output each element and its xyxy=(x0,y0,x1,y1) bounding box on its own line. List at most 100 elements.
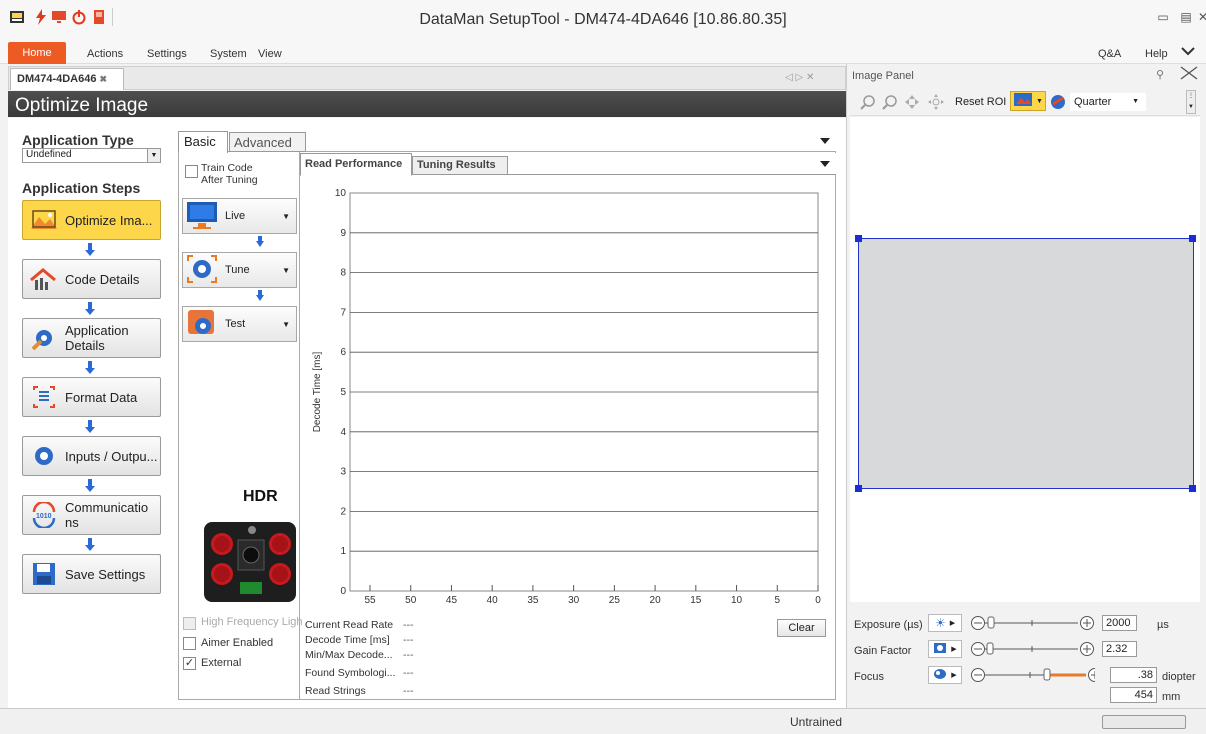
chevron-right-icon: ▶ xyxy=(949,620,956,627)
stat-value: --- xyxy=(403,685,414,697)
chevron-down-icon[interactable]: ▼ xyxy=(147,149,160,162)
exposure-input[interactable]: 2000 xyxy=(1102,615,1137,631)
arrow-down-icon xyxy=(256,236,264,248)
external-checkbox[interactable]: ✓ xyxy=(183,657,196,670)
zoom-out-icon[interactable] xyxy=(882,94,898,113)
step-communications[interactable]: 1010 Communicatio ns xyxy=(22,495,161,535)
step-inputs-outputs[interactable]: Inputs / Outpu... xyxy=(22,436,161,476)
reset-roi-button[interactable]: Reset ROI xyxy=(955,96,1006,108)
tab-basic[interactable]: Basic xyxy=(178,131,228,153)
arrow-down-icon xyxy=(85,538,95,552)
gain-mode-button[interactable]: ▶ xyxy=(928,640,962,658)
fit-icon[interactable] xyxy=(904,94,920,113)
gain-input[interactable]: 2.32 xyxy=(1102,641,1137,657)
chevron-right-icon: ▶ xyxy=(951,672,957,679)
stat-label: Found Symbologi... xyxy=(305,667,396,679)
focus-label: Focus xyxy=(854,671,884,683)
y-tick-label: 2 xyxy=(340,506,346,517)
zoom-level-select[interactable]: Quarter ▼ xyxy=(1070,93,1146,111)
tab-read-performance[interactable]: Read Performance xyxy=(300,153,412,176)
menu-settings[interactable]: Settings xyxy=(147,48,187,60)
tune-button[interactable]: Tune ▼ xyxy=(182,252,297,288)
chevron-down-icon[interactable] xyxy=(820,159,830,167)
roi-handle[interactable] xyxy=(1189,485,1196,492)
exposure-slider[interactable] xyxy=(970,614,1095,632)
ribbon-collapse-icon[interactable] xyxy=(1181,46,1195,59)
image-mode-button[interactable]: ▼ xyxy=(1010,91,1046,111)
menu-qa[interactable]: Q&A xyxy=(1098,48,1121,60)
clear-button[interactable]: Clear xyxy=(777,619,826,637)
step-application-details[interactable]: Application Details xyxy=(22,318,161,358)
x-tick-label: 45 xyxy=(446,595,458,606)
restore-icon[interactable]: ▤ xyxy=(1176,10,1196,28)
focus-mode-button[interactable]: ▶ xyxy=(928,666,962,684)
focus-input[interactable]: .38 xyxy=(1110,667,1157,683)
pan-icon[interactable] xyxy=(928,94,944,113)
focus-mm-input[interactable]: 454 xyxy=(1110,687,1157,703)
close-icon[interactable] xyxy=(1178,62,1200,84)
x-tick-label: 20 xyxy=(650,595,662,606)
tab-tuning-results[interactable]: Tuning Results xyxy=(412,156,508,175)
step-label: Save Settings xyxy=(65,566,146,582)
chevron-down-icon[interactable] xyxy=(820,136,830,144)
sun-icon: ☀ xyxy=(934,616,946,630)
roi-handle[interactable] xyxy=(1189,235,1196,242)
chevron-down-icon[interactable]: ▼ xyxy=(1036,98,1043,105)
tab-scroll-controls[interactable]: ◁ ▷ ✕ xyxy=(785,72,814,83)
stat-value: --- xyxy=(403,619,414,631)
step-optimize-image[interactable]: Optimize Ima... xyxy=(22,200,161,240)
menu-view[interactable]: View xyxy=(258,48,282,60)
y-tick-label: 7 xyxy=(340,307,346,318)
chevron-right-icon: ▶ xyxy=(951,646,957,653)
page-title: Optimize Image xyxy=(15,95,149,116)
tab-advanced[interactable]: Advanced xyxy=(229,132,306,152)
test-button[interactable]: Test ▼ xyxy=(182,306,297,342)
aimer-checkbox[interactable] xyxy=(183,637,196,650)
status-bar xyxy=(0,708,1206,734)
x-tick-label: 10 xyxy=(731,595,743,606)
step-format-data[interactable]: Format Data xyxy=(22,377,161,417)
y-tick-label: 0 xyxy=(340,586,346,597)
application-type-select[interactable]: Undefined ▼ xyxy=(22,148,161,163)
menu-actions[interactable]: Actions xyxy=(87,48,123,60)
close-icon[interactable]: ✕ xyxy=(1198,10,1206,28)
exposure-mode-button[interactable]: ☀ ▶ xyxy=(928,614,962,632)
chevron-down-icon[interactable]: ▼ xyxy=(282,266,296,275)
live-button[interactable]: Live ▼ xyxy=(182,198,297,234)
toolbar-overflow-icon[interactable]: ⋮ ▼ xyxy=(1186,90,1196,114)
chevron-down-icon[interactable]: ▼ xyxy=(282,212,296,221)
gain-slider[interactable] xyxy=(970,640,1095,658)
pin-icon[interactable]: ⚲ xyxy=(1156,68,1164,81)
roi-handle[interactable] xyxy=(855,235,862,242)
tab-close-icon[interactable]: ✖ xyxy=(100,74,108,84)
high-frequency-checkbox[interactable] xyxy=(183,617,196,630)
menu-home[interactable]: Home xyxy=(8,42,66,64)
y-tick-label: 10 xyxy=(335,188,347,199)
y-tick-label: 5 xyxy=(340,387,346,398)
x-tick-label: 30 xyxy=(568,595,580,606)
chevron-down-icon[interactable]: ▼ xyxy=(282,320,296,329)
high-frequency-label: High Frequency Ligh xyxy=(201,616,303,628)
step-save-settings[interactable]: Save Settings xyxy=(22,554,161,594)
test-icon xyxy=(185,307,219,342)
chart-grid xyxy=(349,192,819,592)
chevron-down-icon[interactable]: ▼ xyxy=(1132,98,1139,105)
zoom-in-icon[interactable] xyxy=(860,94,876,113)
decode-time-chart: 012345678910 55 50 45 40 35 30 25 20 15 10 5 0 Deco… xyxy=(312,188,821,606)
overlay-icon[interactable] xyxy=(1050,94,1066,113)
step-code-details[interactable]: Code Details xyxy=(22,259,161,299)
focus-slider[interactable] xyxy=(970,666,1095,684)
roi-handle[interactable] xyxy=(855,485,862,492)
menu-help[interactable]: Help xyxy=(1145,48,1168,60)
device-document-tab[interactable]: DM474-4DA646 ✖ xyxy=(10,68,124,90)
roi-rectangle[interactable] xyxy=(858,238,1194,489)
stat-value: --- xyxy=(403,634,414,646)
x-tick-label: 0 xyxy=(815,595,821,606)
camera-image xyxy=(200,508,296,604)
train-code-checkbox[interactable] xyxy=(185,165,198,178)
exposure-label: Exposure (µs) xyxy=(854,619,923,631)
menu-system[interactable]: System xyxy=(210,48,247,60)
minimize-icon[interactable]: ▭ xyxy=(1153,10,1173,28)
x-tick-label: 35 xyxy=(527,595,539,606)
gain-icon xyxy=(933,642,947,656)
